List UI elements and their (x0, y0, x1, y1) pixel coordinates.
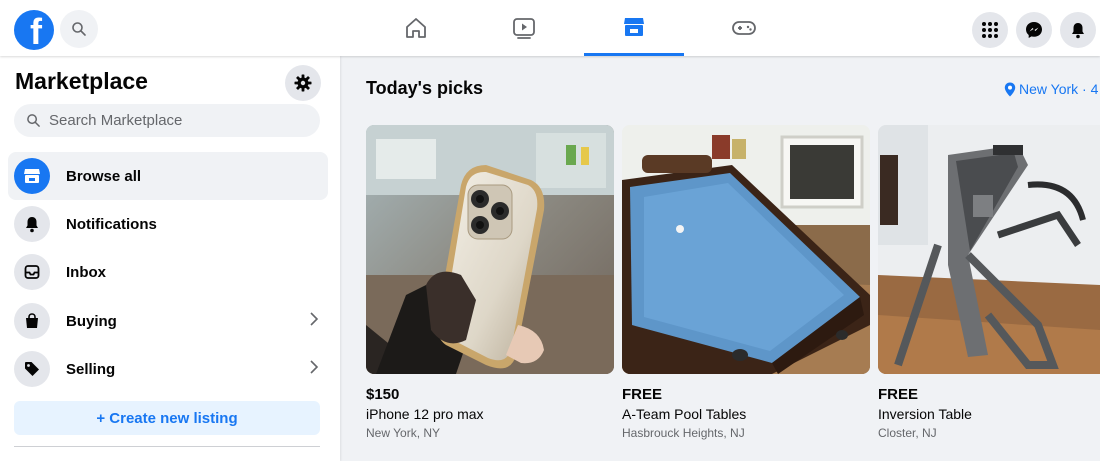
listing-location: Hasbrouck Heights, NJ (622, 426, 745, 440)
search-button[interactable] (60, 10, 98, 48)
menu-icon-circle (14, 206, 50, 242)
listing-card[interactable]: FREE A-Team Pool Tables Hasbrouck Height… (622, 125, 871, 440)
settings-button[interactable] (285, 65, 321, 101)
tab-marketplace[interactable] (584, 0, 684, 56)
shopping-bag-icon (26, 313, 38, 328)
menu-grid-icon (982, 22, 998, 38)
sidebar-item-label: Inbox (66, 263, 106, 281)
location-filter[interactable]: New York · 4 (1004, 81, 1098, 97)
listing-title: Inversion Table (878, 406, 972, 422)
listing-title: A-Team Pool Tables (622, 406, 747, 422)
sidebar-item-inbox[interactable]: Inbox (8, 248, 328, 296)
video-play-icon (513, 18, 535, 39)
messenger-icon (1026, 22, 1042, 38)
marketplace-sidebar: Marketplace Browse all Notifications Inb… (0, 56, 340, 461)
listing-price: FREE (878, 386, 919, 403)
listing-photo-iphone[interactable] (366, 125, 614, 374)
menu-button[interactable] (972, 12, 1008, 48)
listing-photo-pool-table[interactable] (622, 125, 870, 374)
notifications-bell-icon (1072, 23, 1084, 39)
search-icon (27, 114, 40, 127)
sidebar-title: Marketplace (15, 68, 148, 94)
notifications-button[interactable] (1060, 12, 1096, 48)
section-title: Today's picks (366, 78, 483, 98)
chevron-right-icon (310, 312, 319, 326)
chevron-right-icon (310, 360, 319, 374)
inversion-table-photo (878, 125, 1100, 374)
listing-card[interactable]: $150 iPhone 12 pro max New York, NY (366, 125, 615, 440)
sidebar-divider (14, 446, 320, 447)
listing-price: $150 (366, 386, 400, 403)
inbox-icon (24, 265, 40, 279)
sidebar-item-buying[interactable]: Buying (8, 297, 328, 345)
tab-watch[interactable] (474, 0, 574, 56)
game-controller-icon (732, 21, 756, 35)
facebook-logo-letter: f (30, 11, 42, 50)
sidebar-item-label: Browse all (66, 167, 142, 185)
messenger-button[interactable] (1016, 12, 1052, 48)
sidebar-item-notifications[interactable]: Notifications (8, 200, 328, 248)
search-input[interactable] (49, 112, 289, 129)
tab-home[interactable] (366, 0, 466, 56)
storefront-icon (24, 169, 40, 183)
sidebar-item-selling[interactable]: Selling (8, 345, 328, 393)
location-label: New York · 4 (1019, 81, 1099, 97)
listing-photo-inversion-table[interactable] (878, 125, 1100, 374)
search-icon (72, 22, 86, 36)
listing-card[interactable]: FREE Inversion Table Closter, NJ (878, 125, 1100, 440)
create-new-listing-button[interactable]: + Create new listing (14, 401, 320, 435)
listing-location: New York, NY (366, 426, 441, 440)
location-pin-icon (1004, 82, 1016, 96)
menu-icon-circle (14, 158, 50, 194)
menu-icon-circle (14, 303, 50, 339)
facebook-logo[interactable]: f (14, 10, 54, 50)
marketplace-feed: Today's picks New York · 4 $150 iPhone 1… (340, 56, 1100, 461)
sidebar-item-browse-all[interactable]: Browse all (8, 152, 328, 200)
menu-icon-circle (14, 254, 50, 290)
bell-icon (26, 217, 38, 233)
tab-gaming[interactable] (694, 0, 794, 56)
top-navigation-bar: f (0, 0, 1100, 56)
gear-icon (294, 74, 312, 92)
storefront-icon (624, 17, 644, 36)
sidebar-item-label: Buying (66, 312, 117, 330)
sidebar-item-label: Selling (66, 360, 116, 378)
home-icon (406, 18, 426, 38)
listing-title: iPhone 12 pro max (366, 406, 484, 422)
menu-icon-circle (14, 351, 50, 387)
tag-icon (25, 362, 39, 376)
listing-location: Closter, NJ (878, 426, 937, 440)
pool-table-photo (622, 125, 870, 374)
iphone-photo (366, 125, 614, 374)
sidebar-item-label: Notifications (66, 215, 157, 233)
marketplace-search[interactable] (14, 104, 320, 137)
listing-price: FREE (622, 386, 663, 403)
